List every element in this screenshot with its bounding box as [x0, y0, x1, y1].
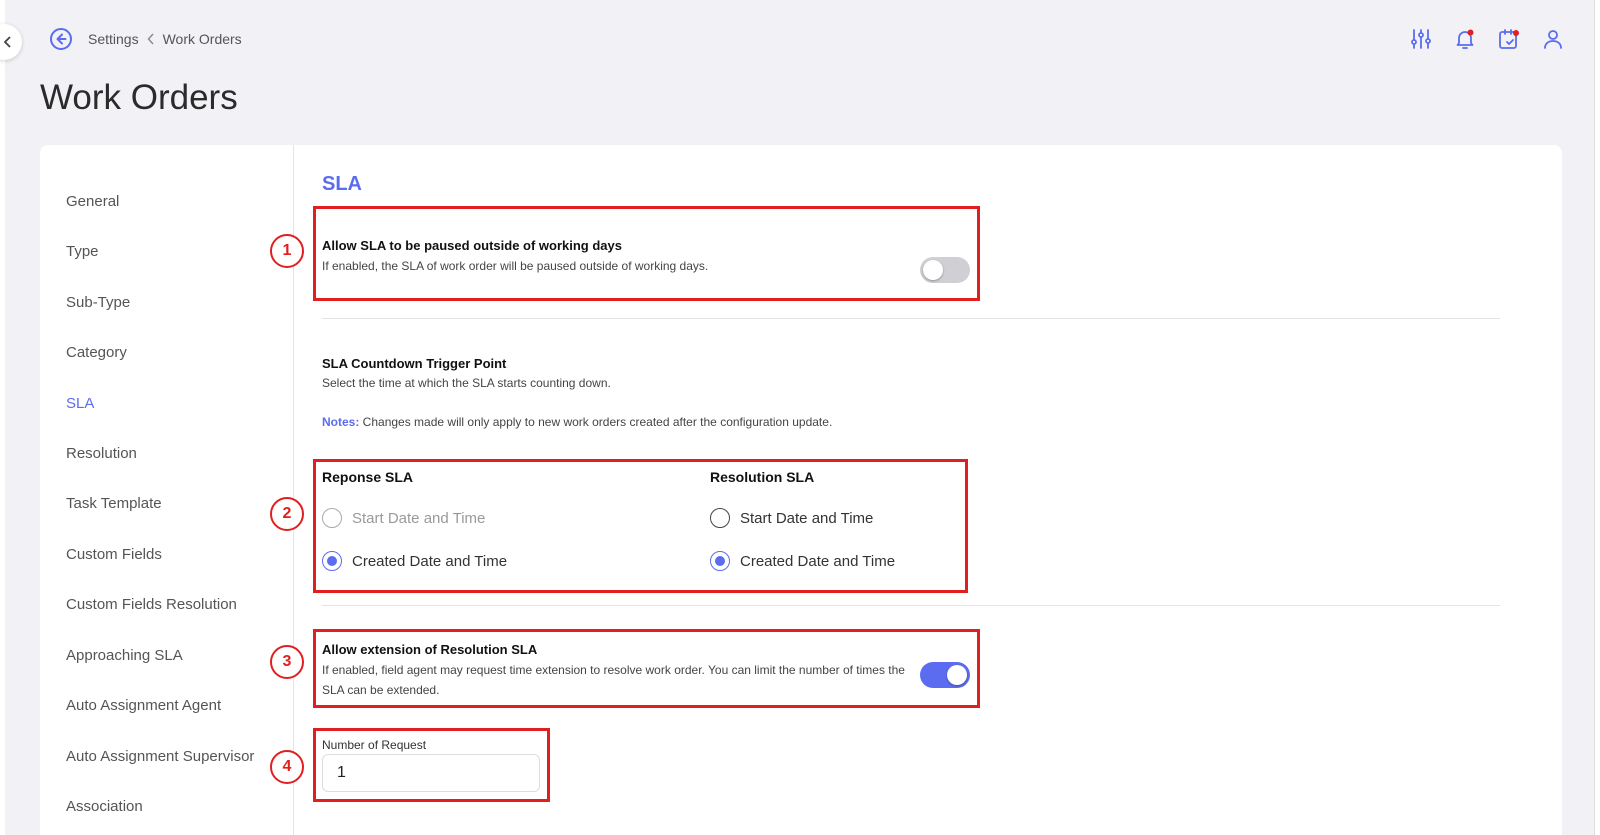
trigger-notes: Notes: Changes made will only apply to n… — [322, 412, 832, 432]
sidebar-item-type[interactable]: Type — [66, 243, 99, 260]
trigger-setting-description: Select the time at which the SLA starts … — [322, 376, 611, 390]
sidebar-item-general[interactable]: General — [66, 193, 119, 210]
annotation-badge-2: 2 — [270, 497, 304, 531]
sidebar-item-task-template[interactable]: Task Template — [66, 495, 162, 512]
sidebar-item-auto-assignment-agent[interactable]: Auto Assignment Agent — [66, 697, 221, 714]
highlight-box-trigger — [313, 459, 968, 593]
notes-label: Notes: — [322, 415, 360, 429]
left-edge — [0, 0, 5, 835]
sidebar-item-auto-assignment-supervisor[interactable]: Auto Assignment Supervisor — [66, 748, 254, 765]
user-icon[interactable] — [1540, 26, 1566, 52]
annotation-badge-4: 4 — [270, 750, 304, 784]
breadcrumb-settings[interactable]: Settings — [88, 31, 139, 47]
back-circle-icon[interactable] — [48, 26, 74, 52]
sidebar-item-approaching-sla[interactable]: Approaching SLA — [66, 647, 183, 664]
collapse-sidebar-button[interactable] — [0, 24, 22, 60]
bell-icon[interactable] — [1452, 26, 1478, 52]
sidebar-item-sub-type[interactable]: Sub-Type — [66, 294, 130, 311]
breadcrumb-work-orders: Work Orders — [162, 31, 242, 47]
highlight-box-pause — [313, 206, 980, 301]
sliders-icon[interactable] — [1408, 26, 1434, 52]
sidebar-item-sla[interactable]: SLA — [66, 395, 94, 412]
trigger-setting-title: SLA Countdown Trigger Point — [322, 356, 507, 371]
annotation-badge-1: 1 — [270, 234, 304, 268]
breadcrumb: Settings Work Orders — [88, 31, 242, 47]
divider — [322, 318, 1500, 319]
highlight-box-extension — [313, 629, 980, 708]
scrollbar[interactable] — [1594, 0, 1600, 835]
highlight-box-number — [313, 728, 550, 802]
calendar-check-icon[interactable] — [1496, 26, 1522, 52]
notes-text: Changes made will only apply to new work… — [359, 415, 833, 429]
section-title: SLA — [322, 173, 362, 195]
divider — [322, 605, 1500, 606]
chevron-left-icon — [147, 33, 155, 45]
sidebar-item-custom-fields-resolution[interactable]: Custom Fields Resolution — [66, 596, 237, 613]
annotation-badge-3: 3 — [270, 645, 304, 679]
sidebar-item-category[interactable]: Category — [66, 344, 127, 361]
chevron-left-icon — [3, 36, 11, 48]
settings-sidebar: General Type Sub-Type Category SLA Resol… — [40, 145, 294, 835]
sidebar-item-resolution[interactable]: Resolution — [66, 445, 137, 462]
top-icon-bar — [1408, 26, 1566, 52]
sidebar-item-custom-fields[interactable]: Custom Fields — [66, 546, 162, 563]
sidebar-item-association[interactable]: Association — [66, 798, 143, 815]
topbar: Settings Work Orders — [48, 24, 1566, 54]
page-title: Work Orders — [40, 78, 238, 117]
